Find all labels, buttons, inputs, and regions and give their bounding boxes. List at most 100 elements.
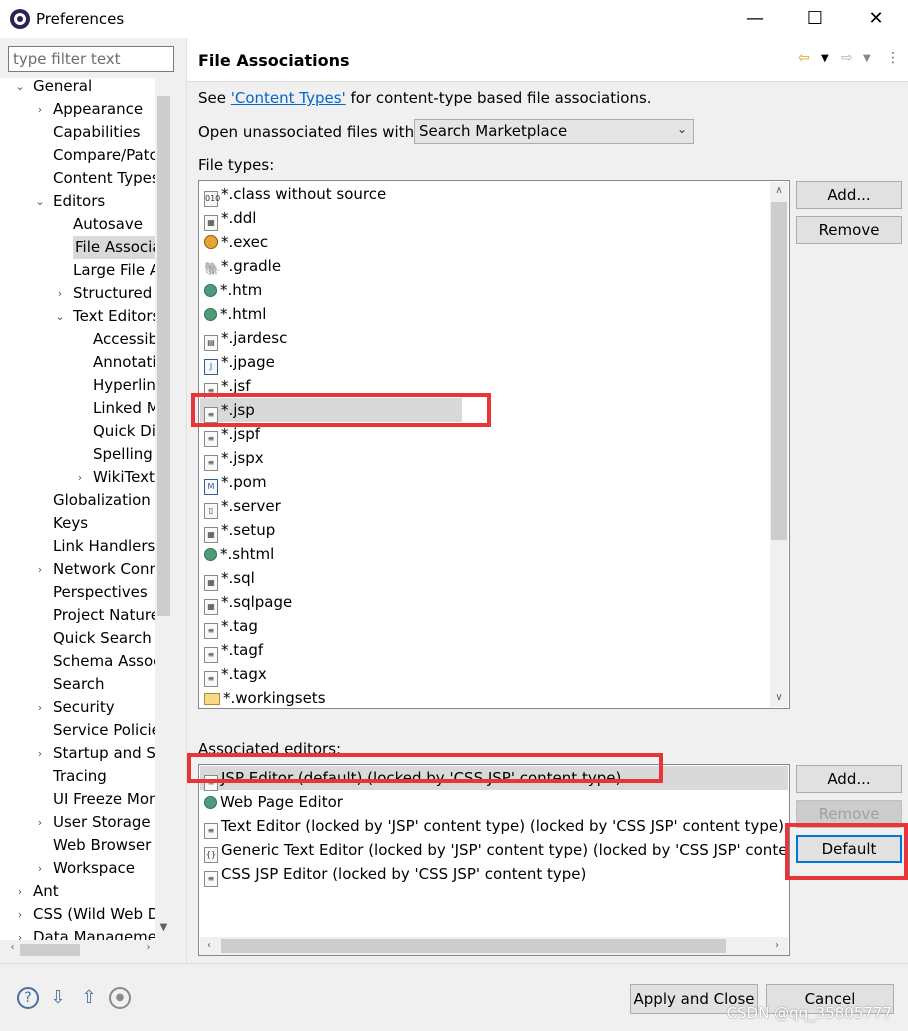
tree-vertical-scrollbar[interactable]: ▼ bbox=[155, 78, 172, 940]
text-file-icon: ≡ bbox=[204, 823, 218, 839]
tree-item-label: Text Editors bbox=[73, 307, 161, 325]
expanded-chevron-icon[interactable]: ⌄ bbox=[54, 305, 66, 328]
file-type-row[interactable]: ≡ *.tagf bbox=[200, 638, 770, 663]
tree-item-label: Appearance bbox=[53, 100, 144, 118]
editor-row-label: Generic Text Editor (locked by 'JSP' con… bbox=[221, 841, 790, 859]
file-type-row[interactable]: ≡ *.tagx bbox=[200, 662, 770, 687]
tree-horizontal-scrollbar[interactable]: ‹ › bbox=[0, 940, 172, 960]
collapsed-chevron-icon[interactable]: › bbox=[14, 903, 26, 926]
file-type-row[interactable]: *.htm bbox=[200, 278, 770, 302]
file-type-row-label: *.shtml bbox=[220, 545, 275, 563]
file-type-row-label: *.tag bbox=[221, 617, 258, 635]
import-icon[interactable]: ⇩ bbox=[47, 987, 69, 1009]
class-file-icon: 010 bbox=[204, 191, 220, 207]
sql-file-icon: ▦ bbox=[204, 599, 218, 615]
tree-hscroll-thumb[interactable] bbox=[20, 944, 80, 956]
scroll-right-icon[interactable]: › bbox=[768, 937, 786, 955]
editor-row[interactable]: ≡ CSS JSP Editor (locked by 'CSS JSP' con… bbox=[200, 862, 788, 887]
file-type-row[interactable]: *.exec bbox=[200, 230, 770, 254]
editor-add-button[interactable]: Add... bbox=[796, 765, 902, 793]
minimize-button[interactable]: — bbox=[740, 6, 770, 32]
forward-menu-chevron-icon[interactable]: ▼ bbox=[863, 53, 871, 64]
file-type-row[interactable]: ▤ *.jardesc bbox=[200, 326, 770, 351]
export-icon[interactable]: ⇧ bbox=[78, 987, 100, 1009]
forward-arrow-icon[interactable]: ⇨ bbox=[841, 50, 853, 66]
scroll-left-icon[interactable]: ‹ bbox=[4, 942, 21, 958]
scroll-left-icon[interactable]: ‹ bbox=[200, 937, 218, 955]
back-arrow-icon[interactable]: ⇦ bbox=[798, 50, 810, 66]
back-menu-chevron-icon[interactable]: ▼ bbox=[821, 53, 829, 64]
record-icon[interactable]: ● bbox=[109, 987, 131, 1009]
help-icon[interactable]: ? bbox=[17, 987, 39, 1009]
collapsed-chevron-icon[interactable]: › bbox=[34, 742, 46, 765]
file-type-remove-button[interactable]: Remove bbox=[796, 216, 902, 244]
expanded-chevron-icon[interactable]: ⌄ bbox=[34, 190, 46, 213]
file-type-add-button[interactable]: Add... bbox=[796, 181, 902, 209]
collapsed-chevron-icon[interactable]: › bbox=[34, 696, 46, 719]
file-type-row[interactable]: J *.jpage bbox=[200, 350, 770, 375]
associated-editors-list[interactable]: ≡ JSP Editor (default) (locked by 'CSS JS… bbox=[198, 764, 790, 956]
collapsed-chevron-icon[interactable]: › bbox=[74, 466, 86, 489]
file-types-list[interactable]: 010*.class without source ▦ *.ddl *.exec 🐘*.… bbox=[198, 180, 790, 709]
editor-row[interactable]: Web Page Editor bbox=[200, 790, 788, 814]
collapsed-chevron-icon[interactable]: › bbox=[34, 98, 46, 121]
expanded-chevron-icon[interactable]: ⌄ bbox=[14, 78, 26, 98]
file-types-scroll-thumb[interactable] bbox=[771, 202, 787, 540]
text-file-icon: ≡ bbox=[204, 431, 218, 447]
scroll-down-icon[interactable]: ▼ bbox=[155, 922, 172, 938]
content-types-link[interactable]: 'Content Types' bbox=[231, 89, 346, 107]
file-type-row[interactable]: 🐘*.gradle bbox=[200, 254, 770, 278]
hint-suffix: for content-type based file associations… bbox=[345, 89, 652, 107]
file-type-row[interactable]: ▦ *.sql bbox=[200, 566, 770, 591]
sql-file-icon: ▦ bbox=[204, 575, 218, 591]
editor-row[interactable]: ≡ Text Editor (locked by 'JSP' content ty… bbox=[200, 814, 788, 839]
tree-item-label: Editors bbox=[53, 192, 106, 210]
file-type-row[interactable]: 010*.class without source bbox=[200, 182, 770, 207]
file-type-row[interactable]: ▦ *.sqlpage bbox=[200, 590, 770, 615]
file-type-row-label: *.setup bbox=[221, 521, 276, 539]
open-unassociated-label: Open unassociated files with: bbox=[198, 123, 420, 141]
editors-horizontal-scrollbar[interactable]: ‹ › bbox=[200, 937, 788, 955]
file-type-row[interactable]: *.workingsets bbox=[200, 686, 770, 708]
scroll-down-icon[interactable]: ∨ bbox=[770, 689, 788, 707]
open-unassociated-select[interactable]: Search Marketplace ⌄ bbox=[414, 119, 694, 144]
collapsed-chevron-icon[interactable]: › bbox=[34, 811, 46, 834]
tree-item-label: Workspace bbox=[53, 859, 135, 877]
file-type-row[interactable]: ≡ *.jspx bbox=[200, 446, 770, 471]
tree-item-label: Service Policies bbox=[53, 721, 169, 739]
collapsed-chevron-icon[interactable]: › bbox=[14, 880, 26, 903]
maven-pom-icon: M bbox=[204, 479, 218, 495]
hint-prefix: See bbox=[198, 89, 231, 107]
tree-item-label: General bbox=[33, 78, 93, 95]
collapsed-chevron-icon[interactable]: › bbox=[54, 282, 66, 305]
file-type-row-label: *.class without source bbox=[221, 185, 387, 203]
view-menu-icon[interactable]: ⋮ bbox=[886, 50, 900, 66]
file-type-row[interactable]: ≡ *.tag bbox=[200, 614, 770, 639]
tree-scroll-thumb[interactable] bbox=[157, 96, 170, 616]
file-type-row[interactable]: ▯ *.server bbox=[200, 494, 770, 519]
file-type-row[interactable]: *.shtml bbox=[200, 542, 770, 566]
jsp-editor-highlight-annotation bbox=[187, 753, 663, 783]
close-button[interactable]: ✕ bbox=[861, 6, 891, 32]
scroll-right-icon[interactable]: › bbox=[140, 942, 157, 958]
file-type-row[interactable]: ▦ *.setup bbox=[200, 518, 770, 543]
collapsed-chevron-icon[interactable]: › bbox=[34, 857, 46, 880]
jsp-highlight-annotation bbox=[191, 393, 491, 427]
file-type-row[interactable]: ▦ *.ddl bbox=[200, 206, 770, 231]
tree-item-label: Capabilities bbox=[53, 123, 141, 141]
collapsed-chevron-icon[interactable]: › bbox=[34, 558, 46, 581]
editors-hscroll-thumb[interactable] bbox=[221, 939, 726, 953]
html-globe-icon bbox=[204, 308, 217, 321]
file-types-scrollbar[interactable]: ∧ ∨ bbox=[770, 182, 788, 707]
maximize-button[interactable]: ☐ bbox=[800, 6, 830, 32]
file-type-row[interactable]: *.html bbox=[200, 302, 770, 326]
scroll-up-icon[interactable]: ∧ bbox=[770, 182, 788, 200]
eclipse-app-icon bbox=[10, 9, 30, 29]
editor-row-label: Web Page Editor bbox=[220, 793, 343, 811]
filter-input[interactable] bbox=[8, 46, 174, 72]
file-type-row[interactable]: M *.pom bbox=[200, 470, 770, 495]
collapsed-chevron-icon[interactable]: › bbox=[14, 926, 26, 940]
editor-row[interactable]: {} Generic Text Editor (locked by 'JSP' c… bbox=[200, 838, 790, 863]
text-file-icon: ≡ bbox=[204, 871, 218, 887]
tree-item-label: WikiText bbox=[93, 468, 155, 486]
